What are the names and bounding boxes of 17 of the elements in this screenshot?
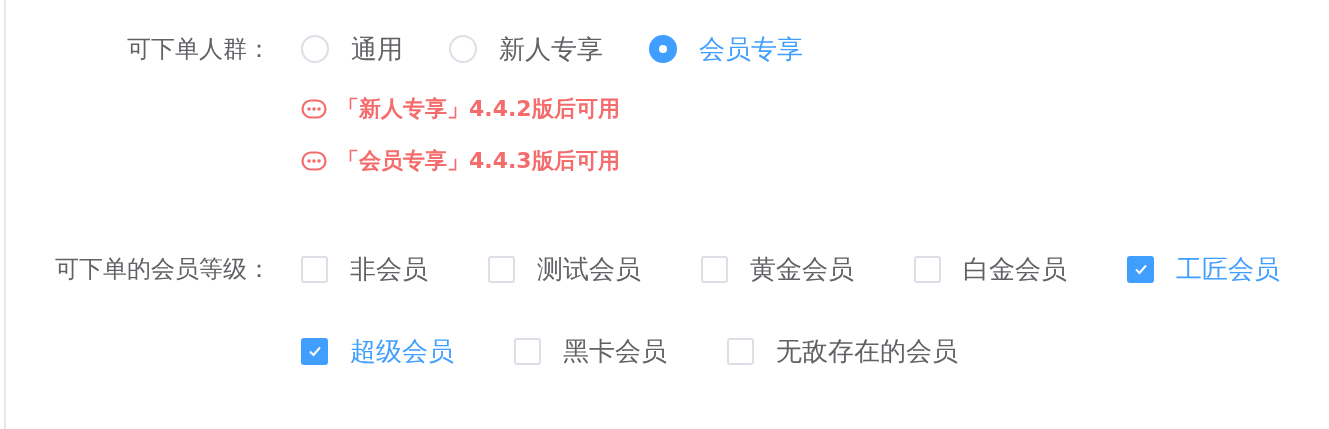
checkbox-label[interactable]: 测试会员 xyxy=(537,249,641,289)
message-icon xyxy=(301,99,327,119)
checkbox-label[interactable]: 黑卡会员 xyxy=(563,331,667,371)
radio-label[interactable]: 通用 xyxy=(351,29,403,69)
message-icon xyxy=(301,151,327,171)
field-label: 可下单的会员等级： xyxy=(54,254,271,285)
checkbox-label[interactable]: 黄金会员 xyxy=(750,249,854,289)
checkbox[interactable] xyxy=(301,337,328,365)
checkbox-label[interactable]: 白金会员 xyxy=(963,249,1067,289)
checkbox-label[interactable]: 无敌存在的会员 xyxy=(776,331,958,371)
version-note: 「会员专享」4.4.3版后可用 xyxy=(337,147,620,175)
checkbox-label[interactable]: 非会员 xyxy=(350,249,428,289)
radio-label[interactable]: 新人专享 xyxy=(499,29,603,69)
field-label: 可下单人群： xyxy=(126,34,271,65)
version-note: 「新人专享」4.4.2版后可用 xyxy=(337,95,620,123)
checkbox[interactable] xyxy=(1127,255,1154,283)
radio-button[interactable] xyxy=(649,35,677,63)
